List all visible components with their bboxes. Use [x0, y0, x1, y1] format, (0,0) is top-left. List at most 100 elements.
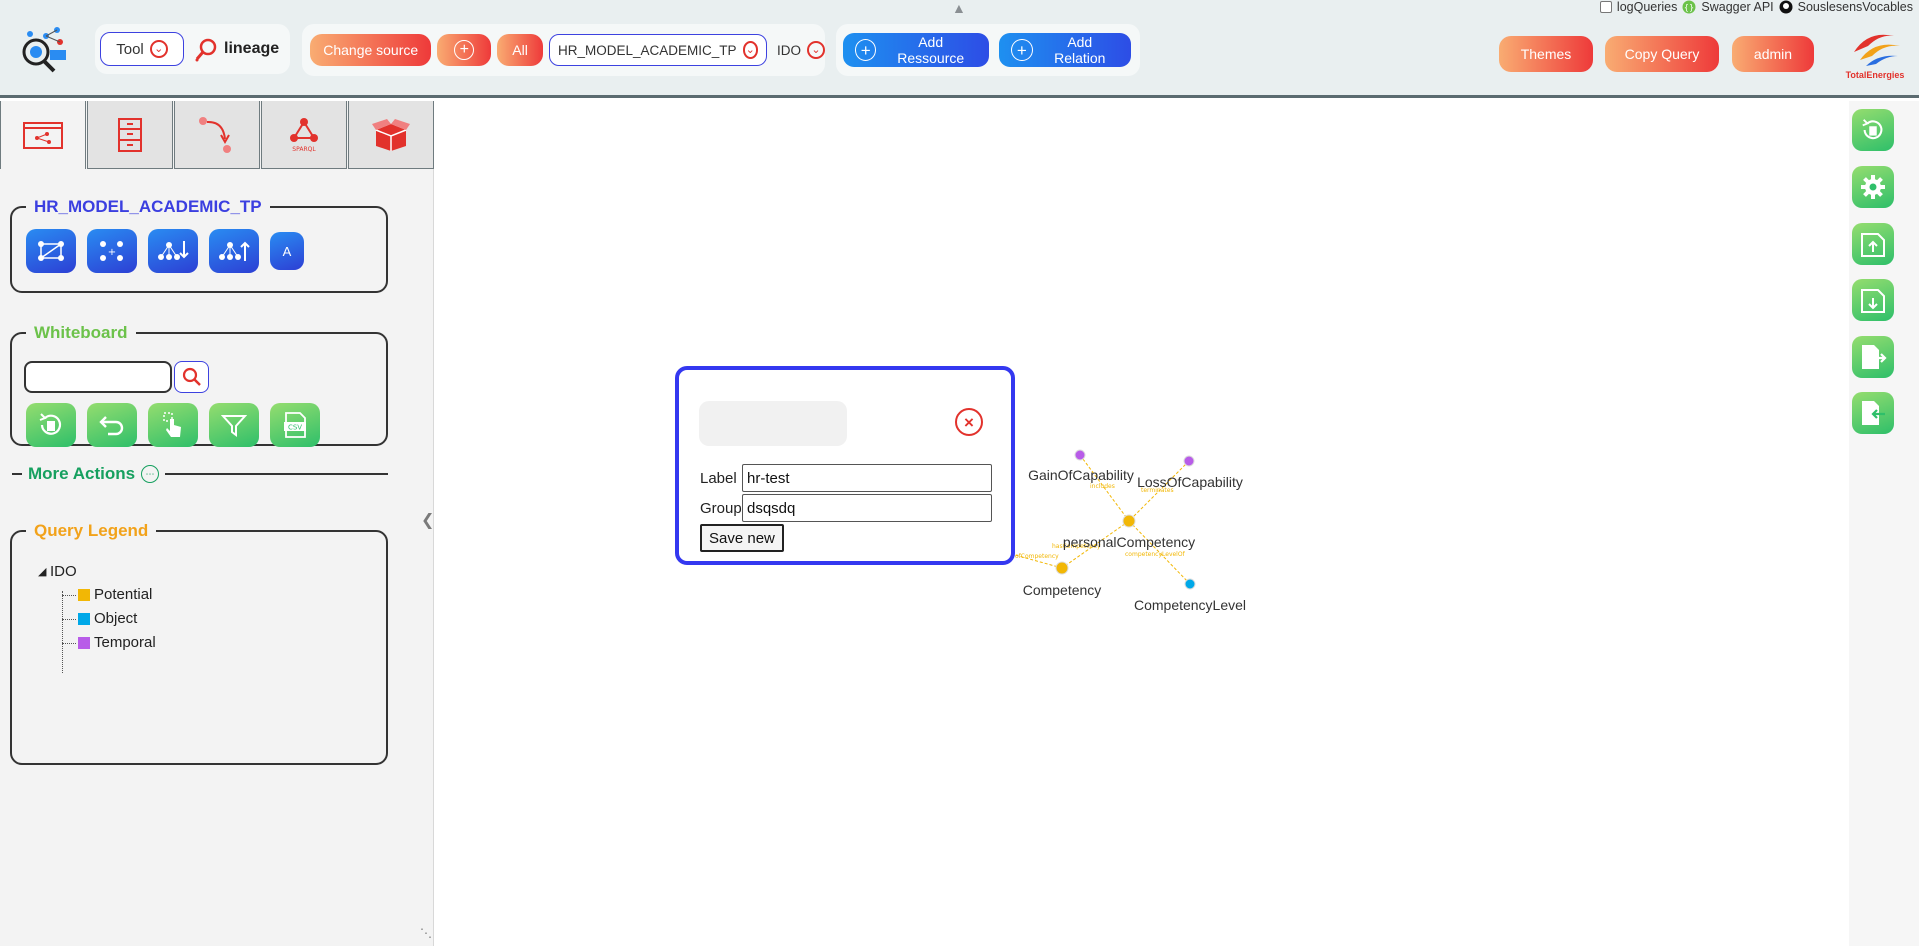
chevron-left-icon[interactable]: ❮ [421, 510, 434, 530]
all-button[interactable]: All [497, 34, 543, 66]
github-icon [1779, 0, 1793, 14]
tab-properties[interactable] [87, 101, 173, 169]
whiteboard-search-button[interactable] [174, 361, 209, 393]
graph-node-lossofcapability[interactable] [1183, 455, 1195, 467]
graph-svg[interactable]: includes terminates hasCompetency compet… [435, 101, 1849, 946]
tab-sparql[interactable]: SPARQL [261, 101, 347, 169]
legend-swatch-potential [78, 589, 90, 601]
label-row: Label [700, 464, 992, 492]
legend-root[interactable]: ◢ IDO [32, 561, 156, 583]
settings-button[interactable] [1852, 166, 1894, 208]
copy-query-button[interactable]: Copy Query [1605, 36, 1719, 72]
hand-pointer-icon [163, 412, 181, 437]
add-relation-label: Add Relation [1054, 34, 1106, 66]
save-new-button[interactable]: Save new [700, 524, 784, 552]
tree-toggle-icon[interactable]: ◢ [38, 561, 46, 583]
graph-node-competencylevel[interactable] [1184, 578, 1196, 590]
add-ressource-button[interactable]: + Add Ressource [843, 33, 989, 67]
export-file-button[interactable] [1852, 336, 1894, 378]
annotations-button[interactable]: A [270, 232, 304, 270]
legend-item-label: Potential [94, 586, 153, 603]
add-source-button[interactable]: + [437, 34, 492, 66]
svg-text:+: + [108, 247, 116, 258]
load-graph-button[interactable] [1852, 279, 1894, 321]
add-nodes-button[interactable]: + [87, 229, 137, 273]
reset-graph-button[interactable] [1852, 109, 1894, 151]
totalenergies-logo-icon [1854, 34, 1900, 66]
source-dropdown[interactable]: HR_MODEL_ACADEMIC_TP ⌄ [548, 34, 767, 66]
group-input[interactable] [742, 494, 992, 522]
add-ressource-label: Add Ressource [897, 34, 965, 66]
reset-trash-icon [39, 413, 62, 435]
path-arrow-icon [199, 116, 231, 153]
admin-button[interactable]: admin [1732, 36, 1814, 72]
ido-label: IDO [776, 42, 801, 58]
whiteboard-search-input[interactable] [24, 361, 172, 393]
graph-node-competency[interactable] [1055, 561, 1069, 575]
brand-name: TotalEnergies [1845, 70, 1905, 80]
export-csv-button[interactable]: CSV [270, 403, 320, 447]
nodes-plus-icon: + [100, 241, 123, 261]
save-graph-button[interactable] [1852, 223, 1894, 265]
more-actions-header[interactable]: More Actions ⋯ [12, 463, 388, 485]
plus-icon: + [454, 40, 475, 60]
tab-packages[interactable] [348, 101, 434, 169]
source-panel: Change source + All HR_MODEL_ACADEMIC_TP… [302, 24, 825, 76]
source-dropdown-value: HR_MODEL_ACADEMIC_TP [557, 42, 737, 58]
cabinet-icon [118, 117, 142, 152]
legend-item-label: Object [94, 610, 138, 627]
chevron-up-icon[interactable]: ▲ [952, 0, 966, 16]
hierarchy-up-icon [219, 241, 250, 261]
add-relation-button[interactable]: + Add Relation [999, 33, 1131, 67]
legend-item-label: Temporal [94, 634, 156, 651]
close-icon[interactable]: × [955, 408, 983, 436]
resize-handle-icon[interactable]: ⋱ [420, 926, 432, 940]
change-source-button[interactable]: Change source [310, 34, 432, 66]
clear-whiteboard-button[interactable] [26, 403, 76, 447]
import-file-button[interactable] [1852, 392, 1894, 434]
legend-item[interactable]: Potential [32, 583, 156, 607]
legend-item[interactable]: Object [32, 607, 156, 631]
tool-dropdown[interactable]: Tool ⌄ [100, 32, 184, 66]
plus-icon: + [1011, 39, 1033, 61]
souslesens-link[interactable]: SouslesensVocables [1798, 0, 1913, 14]
graph-edit-icon [38, 241, 64, 261]
log-queries-checkbox[interactable] [1599, 1, 1612, 13]
tab-lineage-graph[interactable] [0, 101, 86, 169]
app-logo-icon[interactable] [12, 22, 68, 74]
group-caption: Group [700, 499, 742, 517]
node-label: CompetencyLevel [1134, 597, 1246, 613]
expand-down-button[interactable] [148, 229, 198, 273]
plus-icon: + [855, 39, 877, 61]
label-input[interactable] [742, 464, 992, 492]
graph-canvas[interactable]: includes terminates hasCompetency compet… [435, 101, 1849, 946]
model-panel: HR_MODEL_ACADEMIC_TP + A [10, 197, 388, 293]
graph-node-gainofcapability[interactable] [1074, 449, 1086, 461]
undo-button[interactable] [87, 403, 137, 447]
legend-item[interactable]: Temporal [32, 631, 156, 655]
draw-model-button[interactable] [26, 229, 76, 273]
ido-dropdown[interactable]: IDO ⌄ [777, 41, 825, 59]
expand-up-button[interactable] [209, 229, 259, 273]
top-links: logQueries {} Swagger API SouslesensVoca… [1599, 0, 1913, 14]
chevron-down-icon: ⌄ [149, 40, 168, 58]
node-label: personalCompetency [1063, 534, 1195, 550]
graph-node-personalcompetency[interactable] [1122, 514, 1136, 528]
sidebar-tabs: SPARQL [0, 101, 434, 169]
legend-root-label: IDO [50, 563, 77, 580]
tab-path[interactable] [174, 101, 260, 169]
select-nodes-button[interactable] [148, 403, 198, 447]
swagger-link[interactable]: Swagger API [1701, 0, 1773, 14]
query-legend-panel: Query Legend ◢ IDO Potential Object Temp… [10, 521, 388, 765]
edge-label: competencyLevelOf [1125, 551, 1186, 558]
filter-button[interactable] [209, 403, 259, 447]
log-queries-label: logQueries [1616, 0, 1678, 14]
model-panel-title: HR_MODEL_ACADEMIC_TP [34, 197, 262, 216]
lineage-tool[interactable]: lineage [194, 36, 279, 62]
search-icon [182, 367, 201, 386]
tool-label: Tool [116, 40, 144, 58]
svg-text:{}: {} [1684, 3, 1694, 12]
filter-icon [221, 415, 247, 437]
themes-button[interactable]: Themes [1499, 36, 1593, 72]
right-toolbar [1849, 101, 1919, 946]
